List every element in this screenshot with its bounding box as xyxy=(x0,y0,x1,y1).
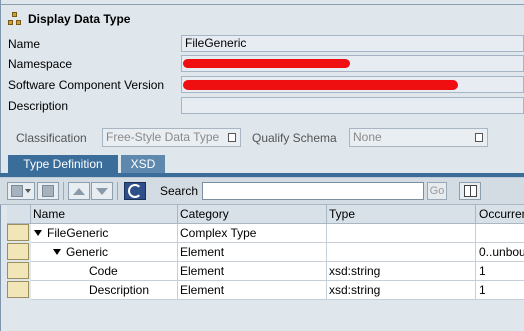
table-row-name: Generic xyxy=(31,243,178,262)
software-component-label: Software Component Version xyxy=(8,77,165,92)
name-label: Name xyxy=(8,36,41,51)
table-layout-icon xyxy=(463,185,477,197)
classification-label: Classification xyxy=(16,131,87,145)
table-row-category: Element xyxy=(178,281,327,300)
row-selector[interactable] xyxy=(7,281,29,298)
search-label: Search xyxy=(160,184,199,198)
table-row-type xyxy=(327,243,476,262)
refresh-icon xyxy=(128,184,142,198)
dropdown-arrow-icon[interactable] xyxy=(472,130,486,145)
table-row-type: xsd:string xyxy=(327,262,476,281)
namespace-row: Namespace xyxy=(8,54,180,73)
insert-row-button[interactable] xyxy=(7,182,35,200)
classification-value: Free-Style Data Type xyxy=(106,130,220,144)
select-all-cell[interactable] xyxy=(7,205,31,224)
table-toolbar: Search Go xyxy=(0,177,524,205)
toolbar-separator xyxy=(63,182,64,200)
name-field[interactable]: FileGeneric xyxy=(181,35,524,52)
arrow-up-icon xyxy=(73,187,85,195)
search-input[interactable] xyxy=(202,182,424,200)
expand-triangle-icon[interactable] xyxy=(53,248,61,255)
column-header-occurrence[interactable]: Occurrence xyxy=(476,205,524,224)
description-field[interactable] xyxy=(181,97,524,114)
namespace-label: Namespace xyxy=(8,56,73,71)
insert-row-icon xyxy=(11,185,23,197)
software-component-row: Software Component Version xyxy=(8,75,180,94)
expand-triangle-icon[interactable] xyxy=(34,229,42,236)
table-row-category: Element xyxy=(178,262,327,281)
dropdown-arrow-icon[interactable] xyxy=(225,130,239,145)
namespace-redaction xyxy=(183,59,350,68)
data-type-icon xyxy=(8,12,22,26)
toolbar-separator xyxy=(117,182,118,200)
qualify-schema-label: Qualify Schema xyxy=(252,131,337,145)
table-row-type: xsd:string xyxy=(327,281,476,300)
table-row-occurrence: 0..unbounded xyxy=(476,243,524,262)
go-button[interactable]: Go xyxy=(427,182,447,200)
table-row-occurrence: 1 xyxy=(476,281,524,300)
table-row-category: Element xyxy=(178,243,327,262)
table-row-name: Description xyxy=(31,281,178,300)
refresh-button[interactable] xyxy=(124,182,146,200)
row-selector[interactable] xyxy=(7,262,29,279)
table-row-occurrence xyxy=(476,224,524,243)
move-up-button[interactable] xyxy=(68,182,90,200)
arrow-down-icon xyxy=(96,187,108,195)
move-down-button[interactable] xyxy=(91,182,113,200)
column-header-type[interactable]: Type xyxy=(327,205,476,224)
table-row-name: Code xyxy=(31,262,178,281)
delete-row-icon xyxy=(42,185,54,197)
description-row: Description xyxy=(8,96,180,115)
row-selector[interactable] xyxy=(7,224,29,241)
description-label: Description xyxy=(8,98,69,113)
tab-strip: Type Definition XSD xyxy=(0,155,524,174)
table-row-category: Complex Type xyxy=(178,224,327,243)
software-component-redaction xyxy=(183,80,458,90)
row-selector[interactable] xyxy=(7,243,29,260)
table-settings-button[interactable] xyxy=(459,182,481,200)
window-title: Display Data Type xyxy=(28,12,131,26)
tab-xsd[interactable]: XSD xyxy=(121,155,165,173)
delete-row-button[interactable] xyxy=(37,182,59,200)
classification-dropdown[interactable]: Free-Style Data Type xyxy=(102,128,241,147)
column-header-category[interactable]: Category xyxy=(178,205,327,224)
qualify-schema-dropdown[interactable]: None xyxy=(349,128,488,147)
tab-type-definition[interactable]: Type Definition xyxy=(8,155,118,173)
window-title-bar: Display Data Type xyxy=(0,8,524,30)
table-row-name: FileGeneric xyxy=(31,224,178,243)
table-row-occurrence: 1 xyxy=(476,262,524,281)
table-row-type xyxy=(327,224,476,243)
top-divider xyxy=(0,4,524,5)
chevron-down-icon xyxy=(25,189,31,193)
name-row: Name xyxy=(8,34,180,53)
column-header-name[interactable]: Name xyxy=(31,205,178,224)
qualify-schema-value: None xyxy=(353,130,382,144)
